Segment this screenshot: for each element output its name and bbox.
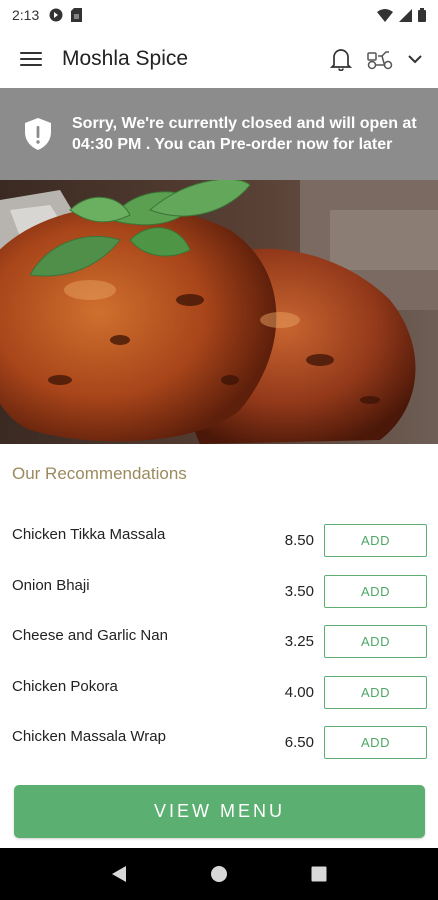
home-icon[interactable] xyxy=(210,865,228,883)
closed-message: Sorry, We're currently closed and will o… xyxy=(72,115,417,153)
shield-alert-icon xyxy=(25,118,51,150)
sim-card-icon xyxy=(71,8,83,22)
status-time: 2:13 xyxy=(12,7,40,23)
hamburger-menu-icon[interactable] xyxy=(20,48,42,70)
item-price: 4.00 xyxy=(284,683,314,701)
list-item: Chicken Pokora 4.00 ADD xyxy=(0,672,438,723)
item-name: Chicken Massala Wrap xyxy=(12,728,166,745)
signal-icon xyxy=(399,8,412,22)
app-bar: Moshla Spice xyxy=(0,30,438,88)
add-button[interactable]: ADD xyxy=(324,524,427,557)
item-price: 3.25 xyxy=(284,633,314,650)
item-name: Cheese and Garlic Nan xyxy=(12,627,168,644)
app-notification-icon xyxy=(49,8,63,22)
add-button[interactable]: ADD xyxy=(324,625,427,658)
item-price: 6.50 xyxy=(284,734,314,751)
chevron-down-icon[interactable] xyxy=(408,54,422,64)
recents-icon[interactable] xyxy=(311,866,327,882)
add-button[interactable]: ADD xyxy=(324,675,427,709)
add-button[interactable]: ADD xyxy=(324,574,427,608)
restaurant-title: Moshla Spice xyxy=(62,47,189,70)
item-name: Chicken Pokora xyxy=(12,677,118,695)
item-price: 8.50 xyxy=(284,532,314,549)
item-name: Onion Bhaji xyxy=(12,576,90,594)
hero-food-image xyxy=(0,180,438,444)
status-bar: 2:13 xyxy=(0,0,438,30)
view-menu-button[interactable]: VIEW MENU xyxy=(14,785,425,838)
delivery-scooter-icon[interactable] xyxy=(366,48,394,70)
list-item: Cheese and Garlic Nan 3.25 ADD xyxy=(0,621,438,672)
bell-icon[interactable] xyxy=(330,47,352,71)
wifi-icon xyxy=(377,8,393,22)
item-name: Chicken Tikka Massala xyxy=(12,526,166,543)
list-item: Onion Bhaji 3.50 ADD xyxy=(0,571,438,622)
battery-icon xyxy=(418,8,426,22)
list-item: Chicken Tikka Massala 8.50 ADD xyxy=(0,520,438,571)
add-button[interactable]: ADD xyxy=(324,726,427,759)
recommendations-title: Our Recommendations xyxy=(12,464,187,483)
closed-banner: Sorry, We're currently closed and will o… xyxy=(0,88,438,180)
back-icon[interactable] xyxy=(111,865,127,883)
list-item: Chicken Massala Wrap 6.50 ADD xyxy=(0,722,438,773)
system-nav-bar xyxy=(0,848,438,900)
item-price: 3.50 xyxy=(284,582,314,600)
recommendations-list: Chicken Tikka Massala 8.50 ADD Onion Bha… xyxy=(0,520,438,773)
